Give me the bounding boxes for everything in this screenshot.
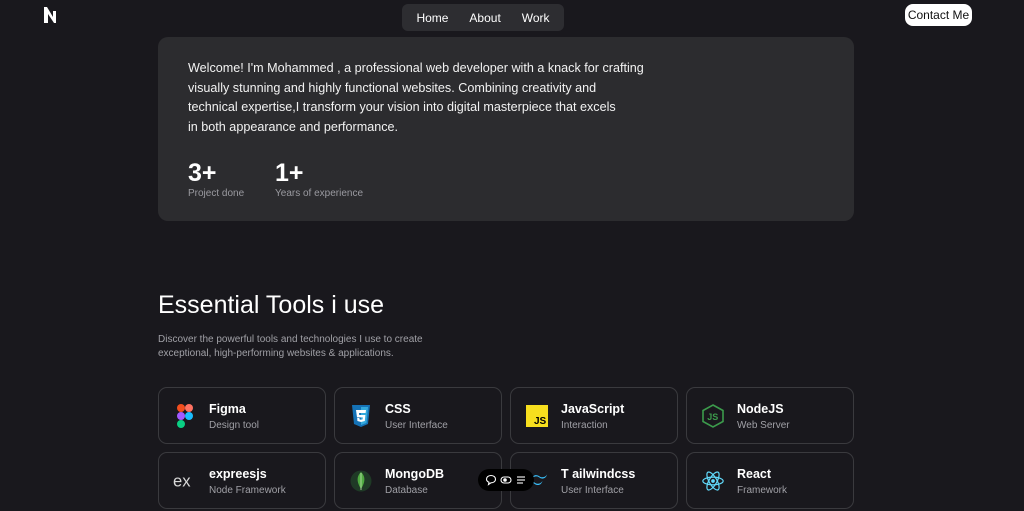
main-nav: Home About Work bbox=[402, 4, 564, 31]
intro-line: visually stunning and highly functional … bbox=[188, 80, 597, 95]
tools-description-line: Discover the powerful tools and technolo… bbox=[158, 334, 423, 345]
nav-home-link[interactable]: Home bbox=[416, 11, 448, 25]
tool-subtitle: User Interface bbox=[385, 420, 448, 431]
tool-card-javascript[interactable]: JS JavaScript Interaction bbox=[510, 387, 678, 444]
tool-name: Figma bbox=[209, 402, 246, 416]
tool-card-tailwind[interactable]: T ailwindcss User Interface bbox=[510, 452, 678, 509]
tool-card-express[interactable]: ex expreesjs Node Framework bbox=[158, 452, 326, 509]
stat-experience-label: Years of experience bbox=[275, 188, 364, 199]
nodejs-icon: JS bbox=[701, 404, 725, 428]
javascript-icon: JS bbox=[525, 404, 549, 428]
intro-line: in both appearance and performance. bbox=[188, 119, 399, 134]
tool-subtitle: Interaction bbox=[561, 420, 608, 431]
tool-card-nodejs[interactable]: JS NodeJS Web Server bbox=[686, 387, 854, 444]
intro-line: Welcome! I'm Mohammed , a professional w… bbox=[188, 61, 644, 75]
tool-card-mongodb[interactable]: MongoDB Database bbox=[334, 452, 502, 509]
tools-title: Essential Tools i use bbox=[158, 291, 385, 319]
tool-name: CSS bbox=[385, 402, 411, 416]
express-icon: ex bbox=[173, 469, 197, 493]
intro-line: technical expertise,I transform your vis… bbox=[188, 100, 616, 115]
tool-name: MongoDB bbox=[385, 467, 445, 481]
intro-text: Welcome! I'm Mohammed , a professional w… bbox=[188, 59, 658, 137]
tool-name: NodeJS bbox=[737, 402, 784, 416]
svg-text:JS: JS bbox=[707, 412, 718, 422]
css-icon bbox=[349, 404, 373, 428]
intro-card: Welcome! I'm Mohammed , a professional w… bbox=[158, 37, 854, 221]
svg-text:ex: ex bbox=[173, 472, 191, 491]
menu-icon[interactable] bbox=[515, 474, 527, 486]
tool-card-css[interactable]: CSS User Interface bbox=[334, 387, 502, 444]
tool-name: T ailwindcss bbox=[561, 467, 636, 481]
svg-text:JS: JS bbox=[534, 416, 547, 427]
stat-experience: 1+ Years of experience bbox=[275, 159, 363, 199]
tool-subtitle: Node Framework bbox=[209, 485, 286, 496]
page: Home About Work Contact Me Welcome! I'm … bbox=[0, 0, 1024, 511]
tool-name: expreesjs bbox=[209, 467, 267, 481]
tool-name: JavaScript bbox=[561, 402, 625, 416]
tool-subtitle: Web Server bbox=[737, 420, 790, 431]
tool-card-react[interactable]: React Framework bbox=[686, 452, 854, 509]
tool-subtitle: Database bbox=[385, 485, 428, 496]
nav-about-link[interactable]: About bbox=[469, 11, 500, 25]
stat-projects-label: Project done bbox=[188, 188, 245, 199]
stat-experience-value: 1+ bbox=[275, 159, 304, 187]
tools-description: Discover the powerful tools and technolo… bbox=[158, 333, 448, 361]
stat-projects-value: 3+ bbox=[188, 159, 217, 187]
nav-work-link[interactable]: Work bbox=[522, 11, 550, 25]
floating-toolbar bbox=[478, 469, 534, 491]
mongodb-icon bbox=[349, 469, 373, 493]
tool-subtitle: Design tool bbox=[209, 420, 260, 431]
stat-projects: 3+ Project done bbox=[188, 159, 244, 199]
comment-icon[interactable] bbox=[485, 474, 497, 486]
tool-subtitle: Framework bbox=[737, 485, 788, 496]
tools-description-line: exceptional, high-performing websites & … bbox=[158, 348, 394, 359]
contact-me-button[interactable]: Contact Me bbox=[905, 4, 972, 26]
tool-name: React bbox=[737, 467, 772, 481]
toggle-icon[interactable] bbox=[500, 474, 512, 486]
tool-subtitle: User Interface bbox=[561, 485, 624, 496]
logo-icon[interactable] bbox=[42, 6, 58, 24]
react-icon bbox=[701, 469, 725, 493]
tool-card-figma[interactable]: Figma Design tool bbox=[158, 387, 326, 444]
figma-icon bbox=[173, 404, 197, 428]
